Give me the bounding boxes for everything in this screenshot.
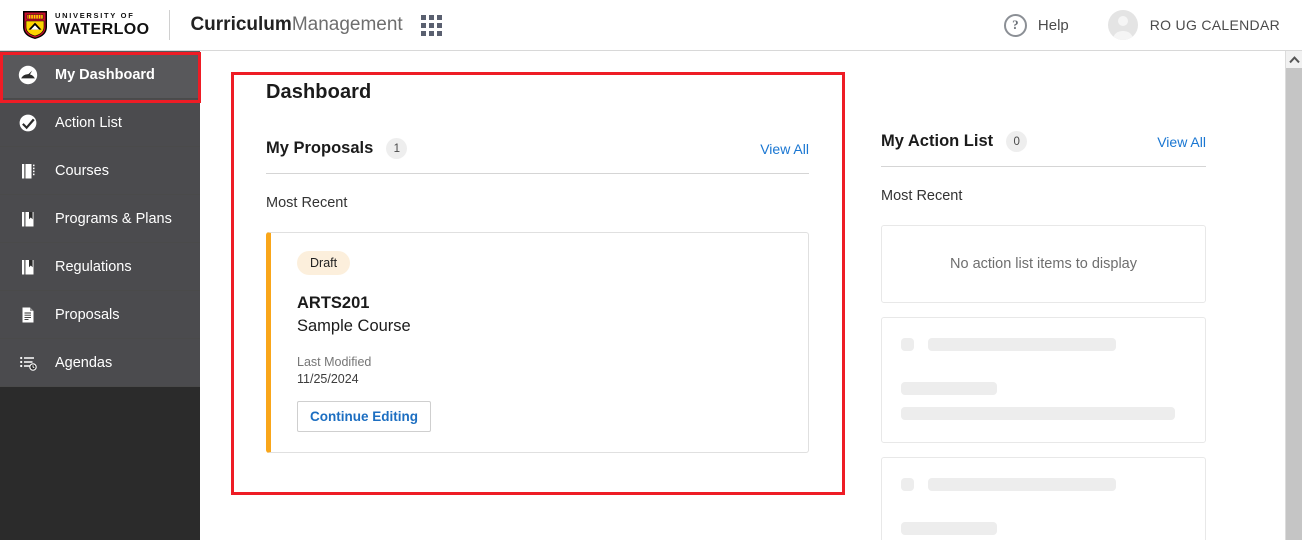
wordmark-line-2: WATERLOO [55, 20, 150, 38]
help-button[interactable]: ? Help [1003, 13, 1069, 37]
user-menu[interactable]: RO UG CALENDAR [1107, 10, 1280, 40]
action-list-skeleton-card [881, 457, 1206, 540]
action-list-column: My Action List 0 View All Most Recent No… [881, 81, 1206, 540]
skeleton-bar [901, 382, 997, 395]
apps-grid-dot [420, 22, 426, 28]
sidebar-item-label: Programs & Plans [55, 210, 172, 227]
list-clock-icon [18, 353, 38, 373]
skeleton-row [901, 478, 1186, 491]
last-modified-date: 11/25/2024 [297, 372, 359, 386]
sidebar-item-label: Proposals [55, 306, 120, 323]
chevron-up-icon [1288, 55, 1300, 63]
waterloo-shield-icon [23, 11, 47, 39]
proposals-count-badge: 1 [386, 138, 408, 159]
app-header: UNIVERSITY OF WATERLOO CurriculumManagem… [0, 0, 1302, 51]
check-circle-icon [18, 113, 38, 133]
sidebar-item-courses[interactable]: Courses [0, 147, 200, 195]
action-list-most-recent-label: Most Recent [881, 188, 963, 204]
skeleton-bar [901, 407, 1175, 420]
last-modified-label: Last Modified [297, 355, 372, 369]
book-icon [18, 161, 38, 181]
header-right: ? Help RO UG CALENDAR [1003, 10, 1302, 40]
proposal-name: Sample Course [297, 317, 411, 335]
app-title-light: Management [291, 14, 403, 35]
action-list-section-title: My Action List [881, 132, 994, 150]
proposals-column: Dashboard My Proposals 1 View All Most R… [266, 81, 809, 540]
apps-grid-dot [436, 22, 442, 28]
help-label: Help [1037, 16, 1069, 34]
bookmark-book-icon [18, 209, 38, 229]
vertical-scrollbar[interactable] [1285, 51, 1302, 540]
action-list-section-header: My Action List 0 View All [881, 131, 1206, 167]
sidebar-item-label: My Dashboard [55, 66, 155, 83]
user-name: RO UG CALENDAR [1149, 17, 1280, 33]
bookmark-book-icon [18, 257, 38, 277]
proposals-most-recent-label: Most Recent [266, 195, 348, 211]
sidebar-item-action-list[interactable]: Action List [0, 99, 200, 147]
dashboard-columns: Dashboard My Proposals 1 View All Most R… [200, 51, 1285, 540]
sidebar-nav: My Dashboard Action List Courses Program… [0, 51, 200, 540]
question-mark-circle-icon: ? [1003, 13, 1027, 37]
sidebar-item-agendas[interactable]: Agendas [0, 339, 200, 387]
skeleton-row [901, 338, 1186, 351]
user-avatar-icon [1107, 10, 1138, 40]
sidebar-item-label: Action List [55, 114, 122, 131]
apps-grid-dot [436, 14, 442, 20]
brand-block: UNIVERSITY OF WATERLOO CurriculumManagem… [0, 10, 442, 40]
sidebar-item-label: Courses [55, 162, 109, 179]
apps-grid-dot [428, 14, 434, 20]
action-list-skeleton-card [881, 317, 1206, 443]
app-title-bold: Curriculum [190, 14, 292, 35]
apps-grid-dot [420, 30, 426, 36]
skeleton-square [901, 478, 914, 491]
skeleton-bar [928, 338, 1116, 351]
proposal-code: ARTS201 [297, 294, 370, 312]
apps-grid-dot [420, 14, 426, 20]
apps-grid-dot [428, 30, 434, 36]
sidebar-item-label: Regulations [55, 258, 132, 275]
sidebar-item-proposals[interactable]: Proposals [0, 291, 200, 339]
university-logo[interactable]: UNIVERSITY OF WATERLOO [22, 10, 149, 40]
sidebar-item-my-dashboard[interactable]: My Dashboard [0, 51, 200, 99]
skeleton-square [901, 338, 914, 351]
app-title: CurriculumManagement [190, 14, 402, 36]
apps-grid-icon[interactable] [420, 14, 442, 36]
dashboard-gauge-icon [18, 65, 38, 85]
main-content: Dashboard My Proposals 1 View All Most R… [200, 51, 1285, 540]
continue-editing-button[interactable]: Continue Editing [297, 401, 431, 432]
proposals-view-all-link[interactable]: View All [760, 141, 809, 157]
status-badge: Draft [297, 251, 351, 275]
action-list-empty-text: No action list items to display [950, 256, 1137, 272]
document-icon [18, 305, 38, 325]
sidebar-item-programs-and-plans[interactable]: Programs & Plans [0, 195, 200, 243]
scrollbar-up-arrow-button[interactable] [1286, 51, 1302, 68]
action-list-view-all-link[interactable]: View All [1157, 134, 1206, 150]
scrollbar-thumb[interactable] [1286, 68, 1302, 540]
proposals-section-header: My Proposals 1 View All [266, 138, 809, 174]
apps-grid-dot [428, 22, 434, 28]
skeleton-bar [928, 478, 1116, 491]
proposals-section-title: My Proposals [266, 139, 374, 157]
header-divider [169, 10, 171, 40]
apps-grid-dot [436, 30, 442, 36]
proposal-card[interactable]: Draft ARTS201 Sample Course Last Modifie… [266, 232, 809, 453]
action-list-empty-state: No action list items to display [881, 225, 1206, 303]
sidebar-item-label: Agendas [55, 354, 113, 371]
page-title: Dashboard [266, 81, 372, 103]
action-list-count-badge: 0 [1006, 131, 1028, 152]
skeleton-bar [901, 522, 997, 535]
university-wordmark: UNIVERSITY OF WATERLOO [55, 12, 149, 38]
sidebar-item-regulations[interactable]: Regulations [0, 243, 200, 291]
wordmark-line-1: UNIVERSITY OF [55, 11, 135, 21]
